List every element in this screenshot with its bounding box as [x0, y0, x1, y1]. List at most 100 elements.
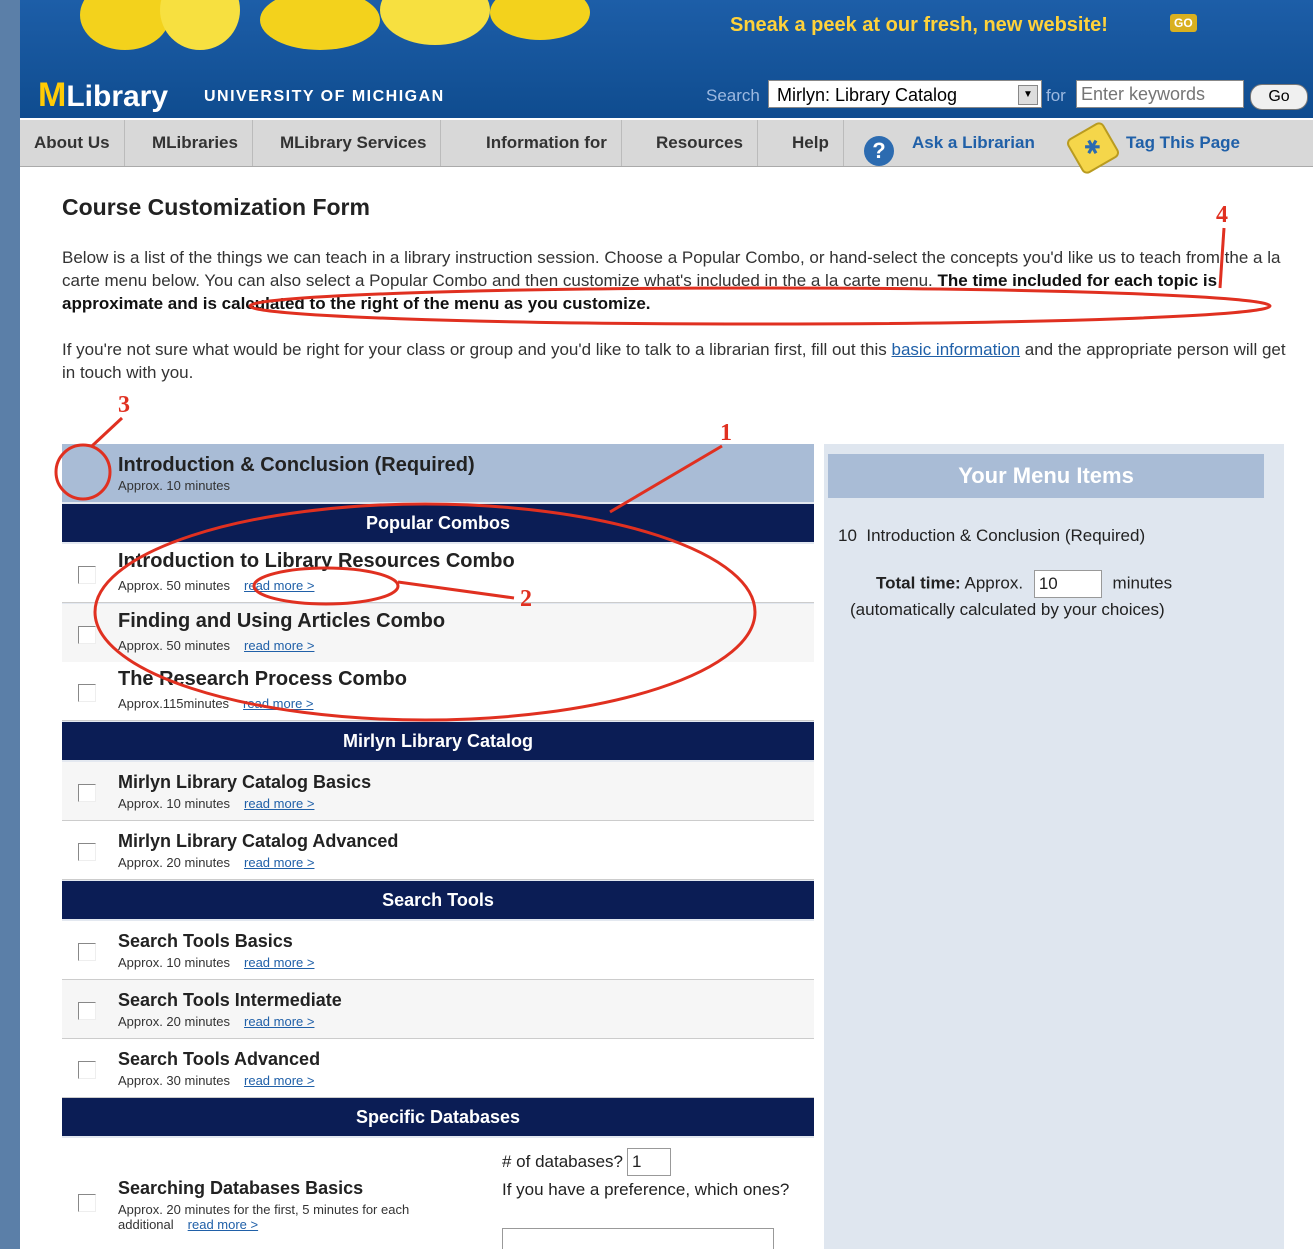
topic-checkbox[interactable] — [78, 566, 96, 584]
topic-time: Approx.115minutes read more > — [118, 696, 314, 711]
section-header-mirlyn: Mirlyn Library Catalog — [62, 722, 814, 760]
nav-ask-a-librarian[interactable]: Ask a Librarian — [898, 120, 1049, 166]
topic-checkbox[interactable] — [78, 1194, 96, 1212]
read-more-link[interactable]: read more > — [244, 796, 314, 811]
topic-checkbox[interactable] — [78, 626, 96, 644]
topic-checkbox[interactable] — [78, 1061, 96, 1079]
read-more-link[interactable]: read more > — [244, 578, 314, 593]
annotation-label-3: 3 — [118, 392, 130, 418]
for-label: for — [1046, 86, 1066, 105]
database-count-input[interactable]: 1 — [626, 1148, 671, 1176]
nav-mlibrary-services[interactable]: MLibrary Services — [266, 120, 442, 166]
topic-checkbox[interactable] — [78, 784, 96, 802]
topic-row: Mirlyn Library Catalog Basics Approx. 10… — [62, 762, 814, 821]
your-menu-header: Your Menu Items — [828, 454, 1264, 498]
daffodil-decoration — [80, 0, 170, 50]
topic-row: The Research Process Combo Approx.115min… — [62, 662, 814, 721]
required-topic-time: Approx. 10 minutes — [118, 478, 231, 493]
topic-row: Search Tools Advanced Approx. 30 minutes… — [62, 1039, 814, 1098]
topic-title: Mirlyn Library Catalog Basics — [118, 772, 372, 792]
topic-row: Search Tools Intermediate Approx. 20 min… — [62, 980, 814, 1039]
topic-checkbox[interactable] — [78, 684, 96, 702]
topic-checkbox[interactable] — [78, 843, 96, 861]
topic-title: Searching Databases Basics — [118, 1178, 364, 1198]
nav-information-for[interactable]: Information for — [472, 120, 622, 166]
topic-time: Approx. 50 minutes read more > — [118, 578, 315, 593]
topic-row: Search Tools Basics Approx. 10 minutes re… — [62, 921, 814, 980]
topic-time: Approx. 50 minutes read more > — [118, 638, 315, 653]
read-more-link[interactable]: read more > — [244, 638, 314, 653]
basic-information-link[interactable]: basic information — [892, 340, 1021, 359]
mlibrary-logo[interactable]: MLibrary — [38, 76, 168, 115]
topic-title: The Research Process Combo — [118, 668, 407, 690]
topic-title: Mirlyn Library Catalog Advanced — [118, 831, 399, 851]
required-topic-title: Introduction & Conclusion (Required) — [118, 454, 475, 476]
nav-mlibraries[interactable]: MLibraries — [138, 120, 253, 166]
topic-time: Approx. 20 minutes read more > — [118, 1014, 315, 1029]
topic-row: Mirlyn Library Catalog Advanced Approx. … — [62, 821, 814, 880]
dropdown-arrow-icon: ▼ — [1018, 85, 1038, 105]
promo-link[interactable]: Sneak a peek at our fresh, new website! — [730, 14, 1108, 37]
read-more-link[interactable]: read more > — [244, 1073, 314, 1088]
annotation-label-4: 4 — [1216, 202, 1228, 228]
read-more-link[interactable]: read more > — [244, 955, 314, 970]
help-paragraph: If you're not sure what would be right f… — [62, 338, 1287, 384]
read-more-link[interactable]: read more > — [244, 855, 314, 870]
nav-help[interactable]: Help — [778, 120, 844, 166]
read-more-link[interactable]: read more > — [243, 696, 313, 711]
topic-title: Search Tools Advanced — [118, 1049, 321, 1069]
section-header-specific-databases: Specific Databases — [62, 1098, 814, 1136]
promo-go-button[interactable]: GO — [1170, 14, 1197, 32]
topic-row: Finding and Using Articles Combo Approx.… — [62, 604, 814, 663]
topic-checkbox[interactable] — [78, 943, 96, 961]
topic-title: Finding and Using Articles Combo — [118, 610, 446, 632]
keyword-search-input[interactable] — [1076, 80, 1244, 108]
topic-time: Approx. 10 minutes read more > — [118, 955, 315, 970]
main-nav: About Us MLibraries MLibrary Services In… — [20, 120, 1313, 176]
read-more-link[interactable]: read more > — [244, 1014, 314, 1029]
required-topic-row: Introduction & Conclusion (Required) App… — [62, 444, 814, 502]
topic-time: Approx. 20 minutes read more > — [118, 855, 315, 870]
daffodil-decoration — [380, 0, 490, 45]
topic-time: Approx. 20 minutes for the first, 5 minu… — [118, 1202, 410, 1232]
total-time-label: Total time: — [876, 573, 961, 593]
topic-title: Search Tools Intermediate — [118, 990, 342, 1010]
database-preference-input[interactable] — [502, 1228, 774, 1249]
your-menu-panel: Your Menu Items 10 Introduction & Conclu… — [824, 444, 1284, 1249]
section-header-popular-combos: Popular Combos — [62, 504, 814, 542]
approx-label: Approx. — [964, 573, 1024, 593]
nav-resources[interactable]: Resources — [642, 120, 758, 166]
topic-row: Introduction to Library Resources Combo … — [62, 544, 814, 603]
total-time-input[interactable]: 10 — [1033, 570, 1102, 598]
daffodil-decoration — [260, 0, 380, 50]
help-text: If you're not sure what would be right f… — [62, 340, 892, 359]
minutes-label: minutes — [1112, 573, 1173, 593]
annotation-label-1: 1 — [720, 420, 732, 446]
total-time-row: Total time: Approx. 10 minutes — [876, 570, 1172, 598]
your-menu-item: 10 Introduction & Conclusion (Required) — [838, 526, 1146, 545]
read-more-link[interactable]: read more > — [188, 1217, 258, 1232]
nav-tag-this-page[interactable]: Tag This Page — [1112, 120, 1254, 166]
annotation-line-3 — [90, 416, 124, 448]
topic-time: Approx. 30 minutes read more > — [118, 1073, 315, 1088]
question-mark-icon[interactable]: ? — [864, 136, 894, 166]
topic-title: Search Tools Basics — [118, 931, 293, 951]
topic-title: Introduction to Library Resources Combo — [118, 550, 515, 572]
daffodil-decoration — [490, 0, 590, 40]
search-scope-select[interactable]: Mirlyn: Library Catalog ▼ — [768, 80, 1042, 108]
database-count-question: # of databases? 1 — [502, 1148, 671, 1176]
search-go-button[interactable]: Go — [1250, 84, 1308, 110]
logo-m: M — [38, 76, 67, 114]
search-scope-value: Mirlyn: Library Catalog — [777, 85, 958, 105]
section-header-search-tools: Search Tools — [62, 881, 814, 919]
topic-menu: Introduction & Conclusion (Required) App… — [62, 444, 814, 1249]
nav-about-us[interactable]: About Us — [20, 120, 125, 166]
browser-page: Sneak a peek at our fresh, new website! … — [20, 0, 1313, 1249]
intro-paragraph: Below is a list of the things we can tea… — [62, 246, 1287, 315]
daffodil-decoration — [160, 0, 240, 50]
database-preference-label: If you have a preference, which ones? — [502, 1180, 790, 1199]
topic-checkbox[interactable] — [78, 1002, 96, 1020]
search-label: Search — [706, 86, 760, 105]
topic-time: Approx. 10 minutes read more > — [118, 796, 315, 811]
logo-text: Library — [66, 80, 169, 113]
